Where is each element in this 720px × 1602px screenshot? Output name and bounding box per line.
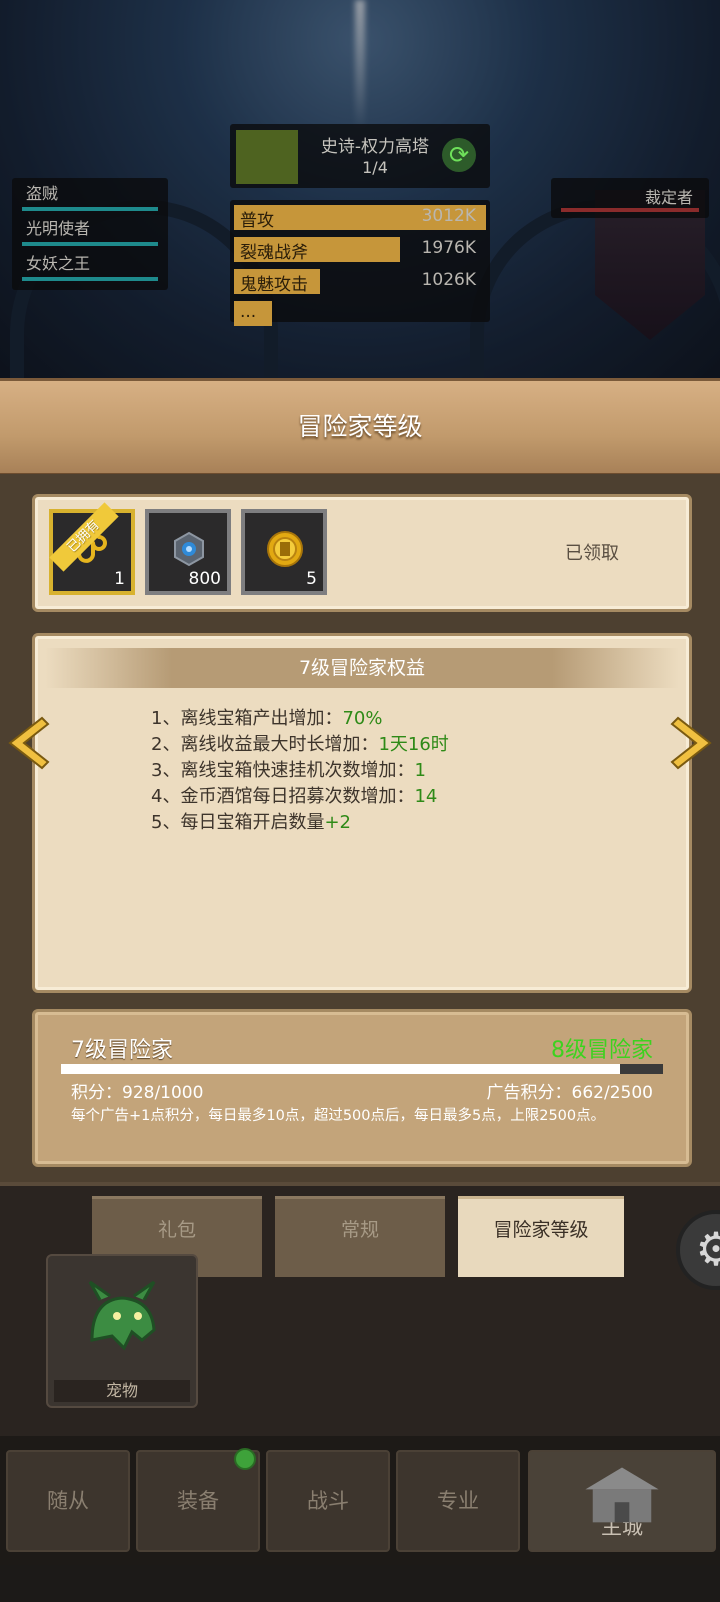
tab-general[interactable]: 常规	[275, 1196, 445, 1277]
progress-fill	[61, 1064, 620, 1074]
pet-label: 宠物	[54, 1380, 190, 1402]
reward-slot[interactable]: 5	[241, 509, 327, 595]
reward-count: 1	[114, 569, 125, 589]
damage-value: 3012K	[421, 206, 476, 226]
tab-adventurer-level[interactable]: 冒险家等级	[458, 1196, 624, 1277]
panel-header: 冒险家等级	[0, 378, 720, 477]
gold-coin-icon	[267, 531, 303, 567]
damage-row: 鬼魅攻击 1026K	[234, 267, 486, 296]
skill-name: 鬼魅攻击	[240, 275, 308, 295]
ad-points-text: 广告积分：662/2500	[486, 1083, 653, 1103]
benefit-item: 4、金币酒馆每日招募次数增加：14	[151, 786, 438, 807]
benefits-list: 1、离线宝箱产出增加：70% 2、离线收益最大时长增加：1天16时 3、离线宝箱…	[151, 706, 449, 836]
dragon-icon	[88, 1280, 156, 1351]
next-level-arrow-icon[interactable]	[670, 716, 714, 770]
skill-name: 普攻	[240, 211, 274, 231]
level-progress-card: 7级冒险家 8级冒险家 积分：928/1000 广告积分：662/2500 每个…	[32, 1009, 692, 1167]
damage-row: ...	[234, 299, 486, 328]
panel-title: 冒险家等级	[297, 412, 423, 441]
enemy-box: 裁定者	[551, 178, 709, 218]
claim-status: 已领取	[565, 543, 619, 564]
skill-name: ...	[240, 302, 257, 322]
nav-profession[interactable]: 专业	[396, 1450, 520, 1552]
prev-level-arrow-icon[interactable]	[6, 716, 50, 770]
points-note: 每个广告+1点积分，每日最多10点，超过500点后，每日最多5点，上限2500点…	[71, 1108, 606, 1124]
boss-thumbnail	[236, 130, 298, 184]
boss-name: 史诗-权力高塔	[320, 137, 430, 157]
boss-panel[interactable]: 史诗-权力高塔 1/4 ⟳	[230, 124, 490, 188]
reward-count: 5	[306, 569, 317, 589]
benefits-card: 7级冒险家权益 1、离线宝箱产出增加：70% 2、离线收益最大时长增加：1天16…	[32, 633, 692, 993]
points-text: 积分：928/1000	[71, 1083, 204, 1103]
damage-stats: 普攻 3012K 裂魂战斧 1976K 鬼魅攻击 1026K...	[230, 200, 490, 326]
benefit-item: 1、离线宝箱产出增加：70%	[151, 708, 383, 729]
benefit-item: 3、离线宝箱快速挂机次数增加：1	[151, 760, 426, 781]
nav-battle[interactable]: 战斗	[266, 1450, 390, 1552]
nav-main-city[interactable]: 主城	[528, 1450, 716, 1552]
benefit-item: 2、离线收益最大时长增加：1天16时	[151, 734, 449, 755]
progress-bar	[61, 1064, 663, 1074]
damage-row: 普攻 3012K	[234, 203, 486, 232]
damage-value: 1976K	[421, 238, 476, 258]
benefits-header: 7级冒险家权益	[45, 648, 679, 688]
boss-progress: 1/4	[362, 158, 388, 177]
next-level: 8级冒险家	[551, 1038, 653, 1063]
skill-name: 裂魂战斧	[240, 243, 308, 263]
pet-button[interactable]: 宠物	[46, 1254, 198, 1408]
reward-slot[interactable]: 已拥有 1	[49, 502, 135, 595]
enemy-name: 裁定者	[644, 188, 693, 207]
blue-gem-icon	[174, 531, 204, 567]
reward-slot[interactable]: 800	[145, 509, 231, 595]
party-member: 盗贼	[12, 178, 168, 213]
benefits-title: 7级冒险家权益	[298, 657, 426, 679]
party-member: 光明使者	[12, 213, 168, 248]
party-member: 女妖之王	[12, 248, 168, 283]
reward-card: 已拥有 1 800 5 已领取	[32, 494, 692, 612]
current-level: 7级冒险家	[71, 1038, 173, 1063]
nav-followers[interactable]: 随从	[6, 1450, 130, 1552]
castle-icon	[585, 1467, 659, 1523]
damage-value: 1026K	[421, 270, 476, 290]
refresh-icon[interactable]: ⟳	[442, 138, 476, 172]
enemy-hp-bar	[561, 208, 699, 212]
benefit-item: 5、每日宝箱开启数量+2	[151, 812, 351, 833]
damage-row: 裂魂战斧 1976K	[234, 235, 486, 264]
reward-count: 800	[188, 569, 221, 589]
party-list: 盗贼 光明使者 女妖之王	[12, 178, 168, 290]
notification-dot	[234, 1448, 256, 1470]
